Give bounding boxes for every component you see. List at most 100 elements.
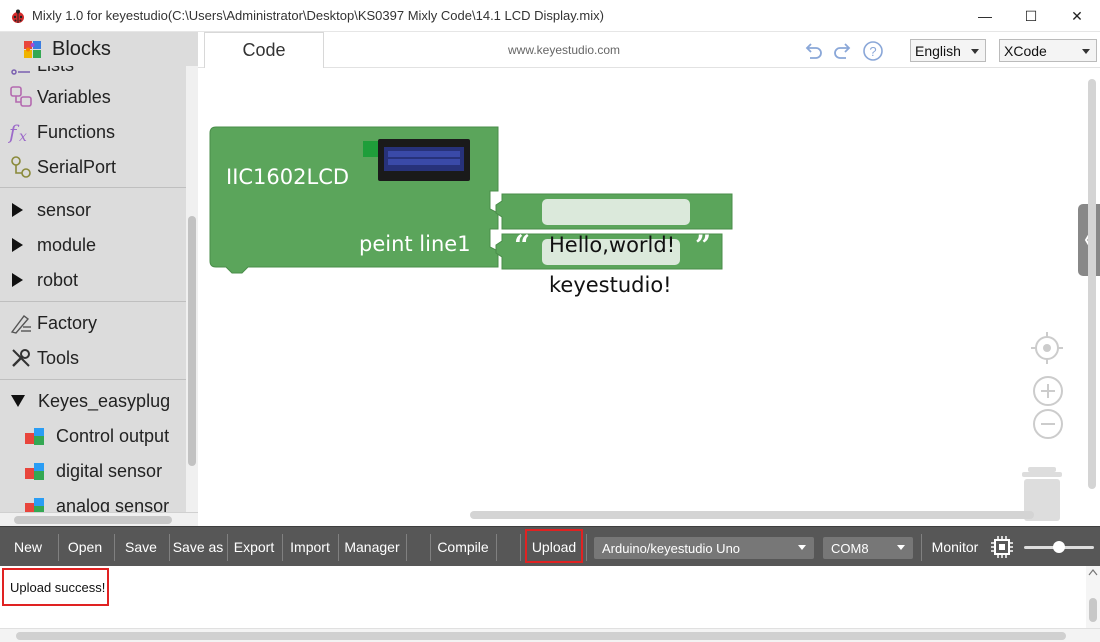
toolbox-item-label: Factory	[37, 312, 98, 333]
undo-icon[interactable]	[802, 40, 824, 62]
chevron-down-icon	[897, 545, 905, 550]
output-horizontal-scrollbar[interactable]	[0, 628, 1100, 642]
help-icon[interactable]: ?	[862, 40, 884, 62]
output-message: Upload success!	[10, 580, 106, 595]
toolbox-item-functions[interactable]: fx Functions	[0, 115, 186, 149]
variables-icon	[5, 85, 37, 109]
scrollbar-thumb[interactable]	[188, 216, 196, 466]
port-select[interactable]: COM8	[823, 537, 913, 559]
toolbar-divider	[227, 534, 228, 561]
minimize-button[interactable]: —	[962, 0, 1008, 32]
toolbox-horizontal-scrollbar[interactable]	[0, 512, 198, 526]
port-value: COM8	[831, 540, 869, 556]
board-select[interactable]: Arduino/keyestudio Uno	[594, 537, 814, 559]
factory-icon	[5, 311, 37, 335]
zoom-out-icon[interactable]	[1032, 408, 1064, 440]
language-select[interactable]: English	[910, 39, 986, 62]
open-button[interactable]: Open	[62, 533, 108, 561]
tab-label: Code	[242, 40, 286, 60]
title-bar: Mixly 1.0 for keyestudio(C:\Users\Admini…	[0, 0, 1100, 32]
workspace-canvas[interactable]: IIC1602LCD peint line1 print line2 “ Hel…	[198, 69, 1100, 526]
manager-button[interactable]: Manager	[341, 533, 403, 561]
lcd-module-icon	[363, 139, 470, 181]
mixly-window: Mixly 1.0 for keyestudio(C:\Users\Admini…	[0, 0, 1100, 642]
toolbar-divider	[430, 534, 431, 561]
import-button[interactable]: Import	[285, 533, 335, 561]
toolbox-header: Blocks	[0, 32, 198, 66]
ladybug-app-icon	[12, 9, 24, 23]
recenter-icon[interactable]	[1030, 331, 1064, 365]
scrollbar-thumb[interactable]	[16, 632, 1066, 640]
toolbar-divider	[282, 534, 283, 561]
toolbox-item-sensor[interactable]: sensor	[0, 193, 186, 227]
redo-icon[interactable]	[832, 40, 854, 62]
toolbox-item-factory[interactable]: Factory	[0, 306, 186, 340]
compile-button[interactable]: Compile	[433, 533, 493, 561]
button-label: New	[13, 539, 42, 555]
toolbox-item-control-output[interactable]: Control output	[0, 419, 186, 453]
toolbox-item-serialport[interactable]: SerialPort	[0, 150, 186, 184]
chevron-down-icon	[798, 545, 806, 550]
button-label: Monitor	[931, 539, 979, 555]
monitor-button[interactable]: Monitor	[926, 533, 984, 561]
expand-arrow-icon	[12, 273, 23, 287]
bottom-toolbar: New Open Save Save as Export Import Mana…	[0, 526, 1100, 566]
save-as-button[interactable]: Save as	[172, 533, 224, 561]
chevron-down-icon	[1082, 49, 1090, 54]
scrollbar-thumb[interactable]	[1088, 79, 1096, 489]
close-button[interactable]: ✕	[1054, 0, 1100, 32]
toolbox-item-module[interactable]: module	[0, 228, 186, 262]
maximize-icon: ☐	[1024, 7, 1038, 24]
toolbox-vertical-scrollbar[interactable]	[186, 66, 198, 512]
toolbox-panel: Blocks Lists Variables fx Functions Se	[0, 32, 198, 526]
toolbox-title: Blocks	[52, 38, 111, 60]
zoom-in-icon[interactable]	[1032, 375, 1064, 407]
export-button[interactable]: Export	[230, 533, 278, 561]
serialport-icon	[5, 155, 37, 179]
chip-icon[interactable]	[990, 535, 1014, 559]
toolbox-item-variables[interactable]: Variables	[0, 80, 186, 114]
new-button[interactable]: New	[4, 533, 52, 561]
svg-text:?: ?	[869, 44, 876, 59]
toolbar-divider	[520, 534, 521, 561]
toolbar-divider	[114, 534, 115, 561]
save-button[interactable]: Save	[118, 533, 164, 561]
svg-text:x: x	[19, 129, 27, 144]
functions-icon: fx	[5, 120, 37, 144]
text-field-line1[interactable]	[542, 199, 690, 225]
upload-highlight-box	[525, 529, 583, 563]
toolbox-item-robot[interactable]: robot	[0, 263, 186, 297]
line1-text[interactable]: Hello,world!	[549, 233, 675, 257]
toolbar-divider	[586, 534, 587, 561]
maximize-button[interactable]: ☐	[1008, 0, 1054, 32]
workspace-horizontal-scrollbar[interactable]	[470, 511, 1034, 519]
toolbar-divider	[58, 534, 59, 561]
output-vertical-scrollbar[interactable]	[1086, 566, 1100, 630]
zoom-slider-handle[interactable]	[1053, 541, 1065, 553]
toolbox-item-keyes-easyplug[interactable]: Keyes_easyplug	[0, 384, 186, 418]
close-icon: ✕	[1071, 7, 1083, 24]
toolbox-divider	[0, 301, 186, 302]
button-label: Manager	[344, 539, 400, 555]
toolbox-divider	[0, 187, 186, 188]
toolbox-item-tools[interactable]: Tools	[0, 341, 186, 375]
minimize-icon: —	[978, 8, 992, 24]
toolbox-item-label: Functions	[37, 121, 116, 142]
workspace-vertical-scrollbar[interactable]	[1088, 79, 1096, 509]
toolbox-item-label: robot	[37, 269, 79, 290]
close-quote-icon: ”	[685, 269, 702, 302]
board-value: Arduino/keyestudio Uno	[602, 540, 741, 556]
toolbox-item-digital-sensor[interactable]: digital sensor	[0, 454, 186, 488]
line2-text[interactable]: keyestudio!	[549, 273, 672, 297]
open-quote-icon: “	[514, 269, 531, 302]
block-title: IIC1602LCD	[226, 165, 350, 189]
iic1602lcd-block[interactable]	[208, 125, 738, 285]
line1-label: peint line1	[359, 232, 471, 256]
scrollbar-thumb[interactable]	[14, 516, 172, 524]
button-label: Open	[67, 539, 103, 555]
blockly-workspace: Code www.keyestudio.com ? English XCode	[198, 32, 1100, 526]
code-mode-select[interactable]: XCode	[999, 39, 1097, 62]
toolbar-divider	[921, 534, 922, 561]
blocks-cube-icon	[24, 460, 46, 482]
tab-code[interactable]: Code	[204, 32, 324, 68]
